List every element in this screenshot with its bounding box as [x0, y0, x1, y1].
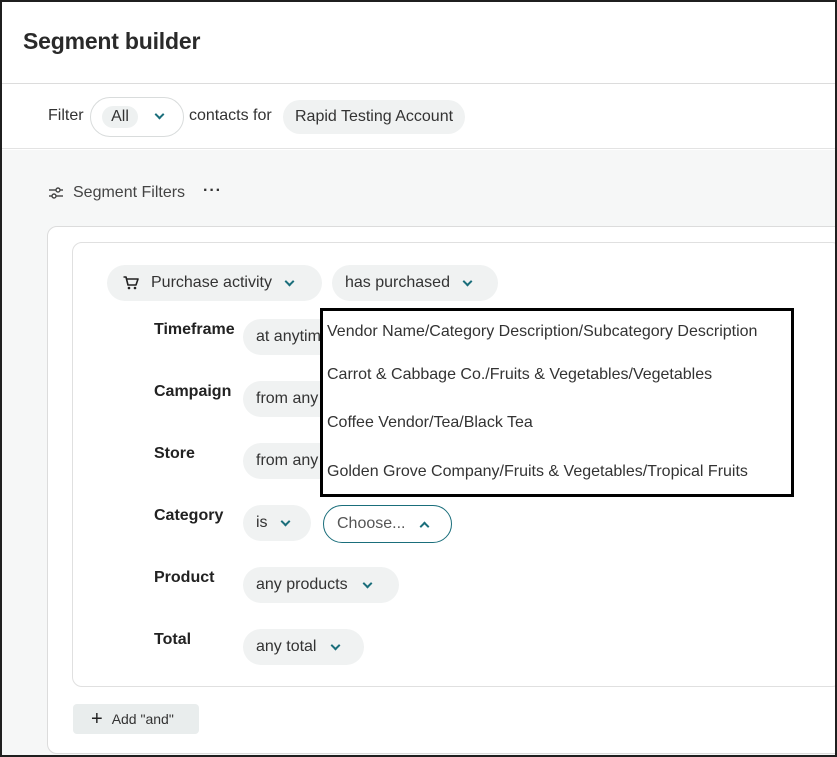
- category-value-select[interactable]: Choose...: [323, 505, 452, 543]
- dropdown-option[interactable]: Vendor Name/Category Description/Subcate…: [327, 323, 757, 341]
- dropdown-option[interactable]: Golden Grove Company/Fruits & Vegetables…: [327, 463, 748, 481]
- operator-select-label: has purchased: [345, 274, 450, 291]
- category-operator-value: is: [256, 514, 268, 531]
- chevron-down-icon: [462, 276, 473, 286]
- cart-icon: [123, 276, 139, 290]
- category-operator-select[interactable]: is: [243, 505, 311, 541]
- store-value: from any: [256, 452, 319, 469]
- page-header: Segment builder: [2, 2, 835, 84]
- sliders-icon: [49, 187, 63, 199]
- product-label: Product: [154, 569, 215, 586]
- account-name: Rapid Testing Account: [295, 108, 454, 125]
- more-options-icon[interactable]: ···: [203, 182, 222, 200]
- chevron-down-icon: [362, 578, 373, 588]
- chevron-down-icon: [280, 516, 291, 526]
- segment-filters-title: Segment Filters: [73, 184, 186, 201]
- timeframe-value: at anytime: [256, 328, 330, 345]
- audience-select-value: All: [102, 106, 138, 128]
- product-select[interactable]: any products: [243, 567, 399, 603]
- chevron-up-icon: [420, 521, 430, 531]
- product-value: any products: [256, 576, 348, 593]
- add-and-label: Add "and": [111, 711, 174, 727]
- timeframe-label: Timeframe: [154, 321, 235, 338]
- contacts-for-label: contacts for: [189, 107, 272, 124]
- category-value-placeholder: Choose...: [337, 515, 406, 532]
- category-label: Category: [154, 507, 224, 524]
- app-window: Segment builder Filter All contacts for …: [0, 0, 837, 757]
- filter-label: Filter: [48, 107, 84, 124]
- category-dropdown-menu: Vendor Name/Category Description/Subcate…: [320, 308, 794, 497]
- total-value: any total: [256, 638, 317, 655]
- activity-select-label: Purchase activity: [151, 274, 272, 291]
- plus-icon: +: [91, 708, 103, 730]
- chevron-down-icon: [331, 640, 341, 650]
- account-chip: Rapid Testing Account: [283, 100, 466, 134]
- dropdown-option[interactable]: Carrot & Cabbage Co./Fruits & Vegetables…: [327, 366, 712, 384]
- store-label: Store: [154, 445, 195, 462]
- segment-filters-header: Segment Filters: [49, 184, 185, 202]
- total-select[interactable]: any total: [243, 629, 364, 665]
- campaign-label: Campaign: [154, 383, 232, 400]
- total-label: Total: [154, 631, 192, 648]
- campaign-value: from any: [256, 390, 319, 407]
- activity-select[interactable]: Purchase activity: [107, 265, 322, 301]
- chevron-down-icon: [284, 276, 295, 286]
- add-and-button[interactable]: + Add "and": [73, 704, 199, 734]
- dropdown-option[interactable]: Coffee Vendor/Tea/Black Tea: [327, 414, 533, 432]
- operator-select[interactable]: has purchased: [332, 265, 498, 301]
- page-title: Segment builder: [23, 28, 201, 54]
